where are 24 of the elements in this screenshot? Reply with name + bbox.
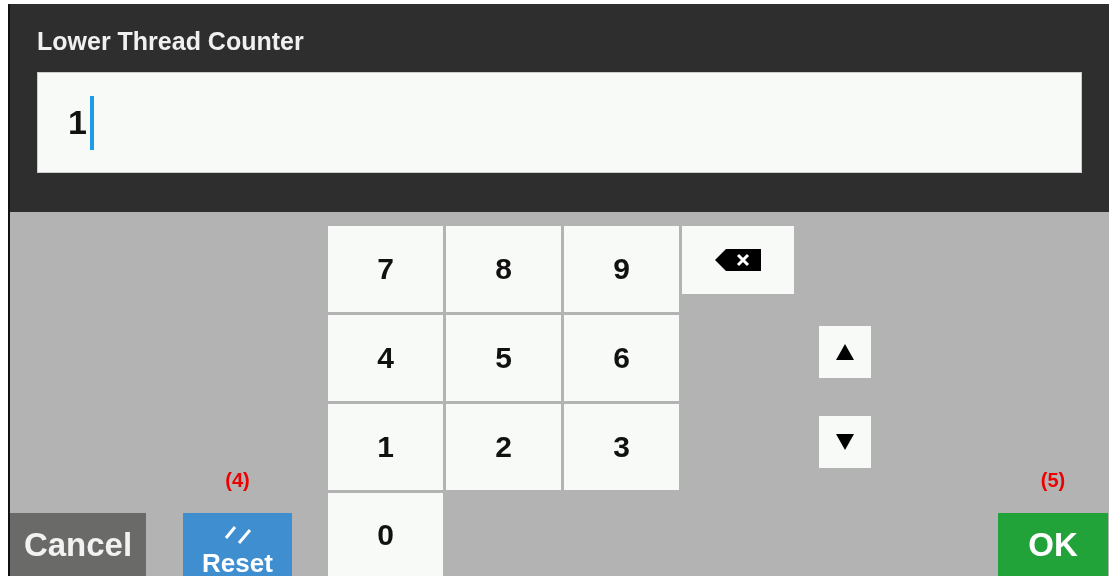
callout-label: (5) — [1040, 469, 1066, 492]
backspace-icon — [714, 248, 762, 272]
number-key[interactable]: 8 — [446, 226, 561, 312]
number-key[interactable]: 3 — [564, 404, 679, 490]
number-key[interactable]: 2 — [446, 404, 561, 490]
up-button[interactable] — [819, 326, 871, 378]
text-cursor — [89, 95, 94, 150]
number-key[interactable]: 5 — [446, 315, 561, 401]
down-button[interactable] — [819, 416, 871, 468]
number-key[interactable]: 1 — [328, 404, 443, 490]
field-value: 1 — [68, 103, 87, 142]
reset-button[interactable]: Reset — [183, 513, 292, 576]
number-key[interactable]: 9 — [564, 226, 679, 312]
callout-label: (4) — [225, 469, 250, 492]
number-key[interactable]: 6 — [564, 315, 679, 401]
number-key[interactable]: 0 — [328, 493, 443, 576]
cancel-button[interactable]: Cancel — [10, 513, 146, 576]
number-key[interactable]: 4 — [328, 315, 443, 401]
up-triangle-icon — [835, 342, 855, 362]
dialog-title: Lower Thread Counter — [37, 26, 305, 56]
input-field[interactable]: 1 — [37, 72, 1082, 173]
down-triangle-icon — [835, 432, 855, 452]
backspace-button[interactable] — [682, 226, 794, 294]
number-key[interactable]: 7 — [328, 226, 443, 312]
